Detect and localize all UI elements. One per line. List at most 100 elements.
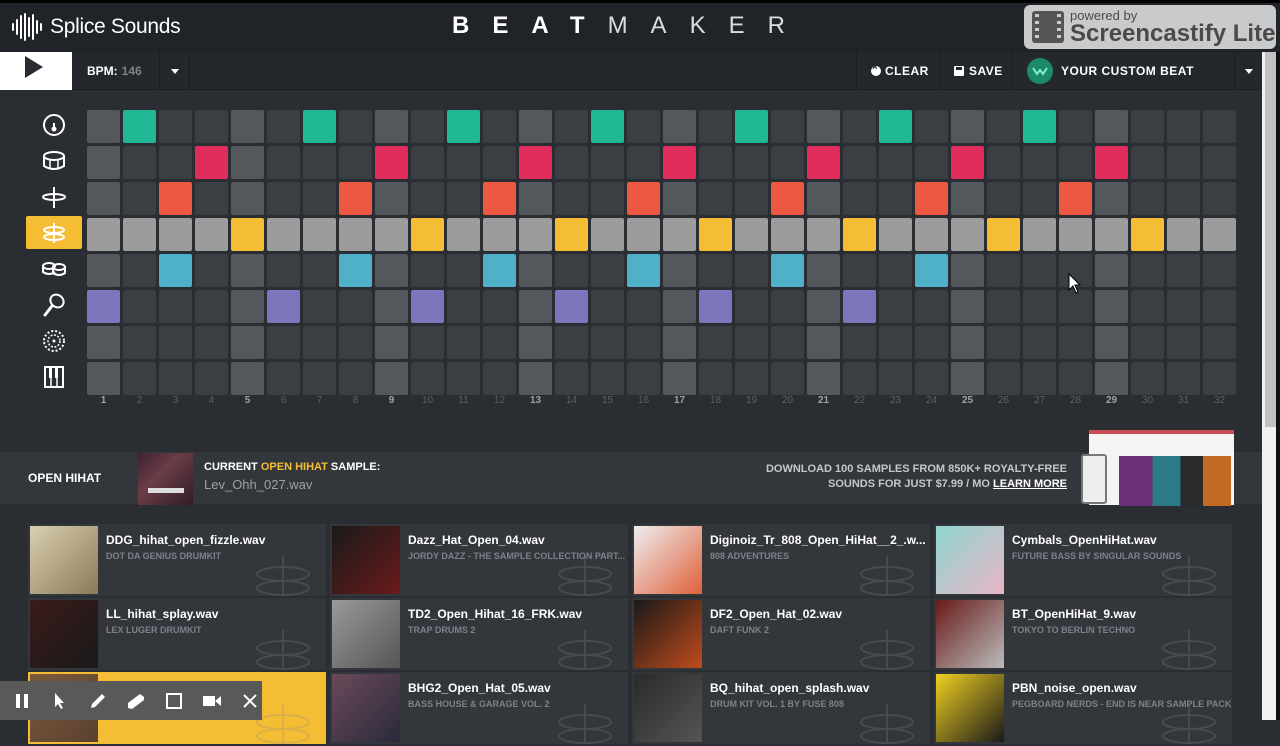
step-cell[interactable]: [375, 110, 408, 143]
step-cell[interactable]: [339, 362, 372, 395]
step-cell[interactable]: [123, 182, 156, 215]
step-cell[interactable]: [303, 218, 336, 251]
step-cell[interactable]: [591, 290, 624, 323]
instrument-snare[interactable]: [26, 144, 82, 177]
step-cell[interactable]: [375, 362, 408, 395]
step-cell[interactable]: [483, 182, 516, 215]
bpm-control[interactable]: BPM: 146: [72, 52, 160, 90]
step-cell[interactable]: [447, 110, 480, 143]
step-cell[interactable]: [591, 110, 624, 143]
step-cell[interactable]: [915, 110, 948, 143]
step-cell[interactable]: [339, 290, 372, 323]
step-cell[interactable]: [1167, 326, 1200, 359]
step-cell[interactable]: [627, 362, 660, 395]
pen-icon[interactable]: [88, 691, 108, 711]
step-cell[interactable]: [627, 254, 660, 287]
step-cell[interactable]: [375, 182, 408, 215]
step-cell[interactable]: [1167, 182, 1200, 215]
step-cell[interactable]: [411, 146, 444, 179]
step-cell[interactable]: [699, 182, 732, 215]
sample-card[interactable]: BQ_hihat_open_splash.wav DRUM KIT VOL. 1 …: [632, 672, 930, 744]
step-cell[interactable]: [87, 254, 120, 287]
step-cell[interactable]: [303, 290, 336, 323]
instrument-keys[interactable]: [26, 360, 82, 393]
step-cell[interactable]: [699, 362, 732, 395]
step-cell[interactable]: [1131, 110, 1164, 143]
step-cell[interactable]: [807, 182, 840, 215]
step-cell[interactable]: [159, 110, 192, 143]
step-cell[interactable]: [1167, 362, 1200, 395]
step-cell[interactable]: [1059, 182, 1092, 215]
step-cell[interactable]: [807, 290, 840, 323]
step-cell[interactable]: [1203, 218, 1236, 251]
step-cell[interactable]: [771, 254, 804, 287]
step-cell[interactable]: [231, 146, 264, 179]
step-cell[interactable]: [303, 254, 336, 287]
step-cell[interactable]: [1023, 182, 1056, 215]
step-cell[interactable]: [987, 290, 1020, 323]
step-cell[interactable]: [231, 290, 264, 323]
instrument-toms[interactable]: [26, 252, 82, 285]
step-cell[interactable]: [1095, 290, 1128, 323]
step-cell[interactable]: [1023, 362, 1056, 395]
step-cell[interactable]: [267, 362, 300, 395]
step-cell[interactable]: [555, 146, 588, 179]
step-cell[interactable]: [375, 254, 408, 287]
step-cell[interactable]: [879, 182, 912, 215]
step-cell[interactable]: [195, 146, 228, 179]
step-cell[interactable]: [987, 182, 1020, 215]
step-cell[interactable]: [771, 362, 804, 395]
step-cell[interactable]: [1203, 290, 1236, 323]
step-cell[interactable]: [123, 326, 156, 359]
sample-card[interactable]: PBN_noise_open.wav PEGBOARD NERDS - END I…: [934, 672, 1232, 744]
step-cell[interactable]: [735, 146, 768, 179]
beat-dropdown[interactable]: [1234, 52, 1262, 90]
step-cell[interactable]: [159, 290, 192, 323]
step-cell[interactable]: [771, 182, 804, 215]
step-cell[interactable]: [951, 146, 984, 179]
step-cell[interactable]: [375, 218, 408, 251]
step-cell[interactable]: [303, 362, 336, 395]
pointer-icon[interactable]: [50, 691, 70, 711]
step-cell[interactable]: [843, 326, 876, 359]
step-cell[interactable]: [663, 254, 696, 287]
step-cell[interactable]: [807, 254, 840, 287]
step-cell[interactable]: [663, 182, 696, 215]
step-cell[interactable]: [375, 326, 408, 359]
step-cell[interactable]: [267, 182, 300, 215]
step-cell[interactable]: [771, 326, 804, 359]
step-cell[interactable]: [807, 362, 840, 395]
step-cell[interactable]: [87, 218, 120, 251]
step-cell[interactable]: [159, 218, 192, 251]
step-cell[interactable]: [303, 182, 336, 215]
step-cell[interactable]: [519, 110, 552, 143]
step-cell[interactable]: [1167, 254, 1200, 287]
step-cell[interactable]: [951, 326, 984, 359]
step-cell[interactable]: [627, 146, 660, 179]
step-cell[interactable]: [483, 110, 516, 143]
step-cell[interactable]: [987, 146, 1020, 179]
step-cell[interactable]: [267, 254, 300, 287]
step-cell[interactable]: [483, 290, 516, 323]
step-cell[interactable]: [1131, 254, 1164, 287]
step-cell[interactable]: [735, 362, 768, 395]
highlighter-icon[interactable]: [126, 691, 146, 711]
step-cell[interactable]: [951, 218, 984, 251]
step-cell[interactable]: [915, 254, 948, 287]
step-cell[interactable]: [411, 326, 444, 359]
step-cell[interactable]: [951, 362, 984, 395]
step-cell[interactable]: [699, 254, 732, 287]
step-cell[interactable]: [123, 218, 156, 251]
step-cell[interactable]: [987, 326, 1020, 359]
step-cell[interactable]: [1059, 326, 1092, 359]
step-cell[interactable]: [87, 290, 120, 323]
step-cell[interactable]: [267, 326, 300, 359]
step-cell[interactable]: [951, 254, 984, 287]
instrument-maraca[interactable]: [26, 288, 82, 321]
step-cell[interactable]: [519, 362, 552, 395]
step-cell[interactable]: [735, 254, 768, 287]
step-cell[interactable]: [375, 290, 408, 323]
step-cell[interactable]: [699, 326, 732, 359]
step-cell[interactable]: [1203, 182, 1236, 215]
step-cell[interactable]: [1095, 326, 1128, 359]
